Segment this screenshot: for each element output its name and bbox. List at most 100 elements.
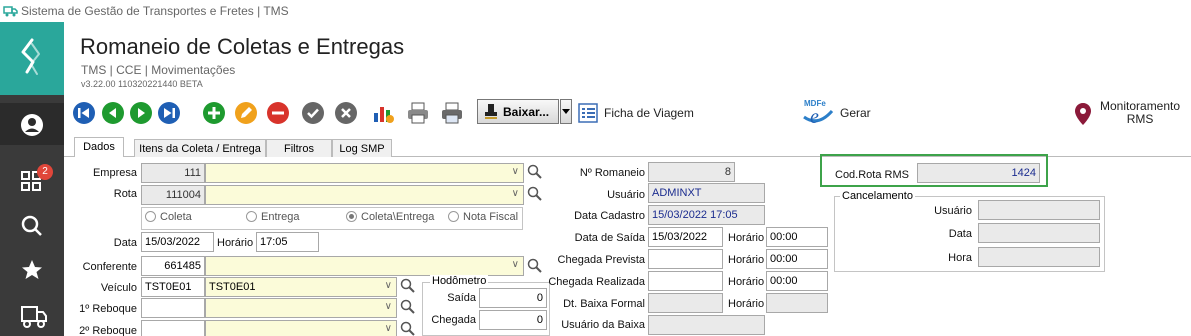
rota-search-icon[interactable] bbox=[527, 186, 543, 202]
previous-record-button[interactable] bbox=[101, 101, 125, 125]
canc-usuario-label: Usuário bbox=[934, 205, 972, 217]
previous-icon bbox=[102, 102, 124, 124]
chevron-down-icon: ∨ bbox=[384, 280, 392, 291]
edit-button[interactable] bbox=[234, 101, 258, 125]
pencil-icon bbox=[235, 102, 257, 124]
tab-dados[interactable]: Dados bbox=[74, 137, 124, 158]
tab-filtros[interactable]: Filtros bbox=[266, 139, 332, 158]
canc-hora-field bbox=[978, 247, 1100, 267]
veiculo-label: Veículo bbox=[100, 282, 137, 294]
canc-data-label: Data bbox=[948, 228, 972, 240]
chevron-down-icon: ∨ bbox=[511, 166, 519, 177]
data-cadastro-label: Data Cadastro bbox=[574, 210, 645, 222]
data-saida-label: Data de Saída bbox=[574, 232, 645, 244]
gerar-button[interactable]: Gerar bbox=[840, 106, 871, 120]
add-button[interactable] bbox=[202, 101, 226, 125]
horario-saida-field[interactable]: 00:00 bbox=[766, 227, 828, 247]
dashboard-nav[interactable]: 2 bbox=[0, 160, 64, 202]
hodometro-saida-field[interactable]: 0 bbox=[479, 288, 547, 308]
next-record-button[interactable] bbox=[129, 101, 153, 125]
monitoramento-button[interactable]: Monitoramento RMS bbox=[1100, 100, 1180, 126]
first-icon bbox=[73, 102, 95, 124]
veiculo-code-field[interactable]: TST0E01 bbox=[141, 277, 205, 297]
chevron-down-icon: ∨ bbox=[384, 301, 392, 312]
hodometro-title: Hodômetro bbox=[430, 275, 489, 287]
report-button[interactable] bbox=[371, 101, 395, 125]
reboque2-code-field[interactable] bbox=[141, 320, 205, 336]
transport-nav[interactable] bbox=[0, 294, 64, 336]
title-bar: Sistema de Gestão de Transportes e Frete… bbox=[0, 0, 1191, 22]
chegada-realizada-field[interactable] bbox=[648, 271, 723, 291]
reboque1-label: 1º Reboque bbox=[79, 303, 137, 315]
conferente-name-select[interactable]: ∨ bbox=[205, 256, 524, 276]
search-nav[interactable] bbox=[0, 204, 64, 246]
cancel-button[interactable] bbox=[334, 101, 358, 125]
ficha-viagem-button[interactable]: Ficha de Viagem bbox=[604, 106, 694, 120]
reboque2-label: 2º Reboque bbox=[79, 325, 137, 336]
user-profile-nav[interactable] bbox=[0, 103, 64, 145]
cancelamento-title: Cancelamento bbox=[840, 190, 915, 202]
reboque1-code-field[interactable] bbox=[141, 298, 205, 318]
data-cadastro-field: 15/03/2022 17:05 bbox=[648, 205, 765, 225]
app-logo[interactable] bbox=[0, 22, 64, 95]
print-button[interactable] bbox=[406, 101, 430, 125]
conferente-code-field[interactable]: 661485 bbox=[141, 256, 205, 276]
empresa-code-field[interactable]: 111 bbox=[141, 163, 205, 183]
radio-coleta-entrega[interactable]: Coleta\Entrega bbox=[346, 211, 434, 223]
radio-coleta[interactable]: Coleta bbox=[145, 211, 192, 223]
truck-icon bbox=[21, 306, 47, 328]
veiculo-select[interactable]: TST0E01 ∨ bbox=[205, 277, 397, 297]
data-label: Data bbox=[113, 237, 137, 249]
chart-icon bbox=[374, 107, 394, 123]
horario-field[interactable]: 17:05 bbox=[256, 232, 319, 252]
printer-setup-icon bbox=[442, 102, 462, 124]
check-icon bbox=[302, 102, 324, 124]
hodometro-chegada-field[interactable]: 0 bbox=[479, 310, 547, 330]
location-pin-icon[interactable] bbox=[1074, 102, 1092, 126]
horario-realizada-label: Horário bbox=[728, 276, 765, 288]
radio-entrega[interactable]: Entrega bbox=[246, 211, 300, 223]
last-record-button[interactable] bbox=[157, 101, 181, 125]
usuario-field: ADMINXT bbox=[648, 183, 765, 203]
radio-nota-fiscal[interactable]: Nota Fiscal bbox=[448, 211, 518, 223]
reboque1-select[interactable]: ∨ bbox=[205, 298, 397, 318]
usuario-label: Usuário bbox=[607, 189, 645, 201]
reboque2-search-icon[interactable] bbox=[400, 321, 416, 336]
rota-code-field[interactable]: 111004 bbox=[141, 185, 205, 205]
tab-log-smp[interactable]: Log SMP bbox=[332, 139, 392, 158]
tab-itens[interactable]: Itens da Coleta / Entrega bbox=[134, 139, 266, 158]
empresa-name-select[interactable]: ∨ bbox=[205, 163, 524, 183]
mdfe-icon[interactable]: MDFe e bbox=[800, 97, 836, 129]
first-record-button[interactable] bbox=[72, 101, 96, 125]
romaneio-field: 8 bbox=[648, 162, 735, 182]
horario-prevista-label: Horário bbox=[728, 254, 765, 266]
breadcrumb: TMS | CCE | Movimentações bbox=[81, 63, 236, 77]
reboque1-search-icon[interactable] bbox=[400, 299, 416, 315]
sidebar: 2 bbox=[0, 22, 64, 336]
horario-realizada-field[interactable]: 00:00 bbox=[766, 271, 828, 291]
plus-icon bbox=[203, 102, 225, 124]
veiculo-search-icon[interactable] bbox=[400, 278, 416, 294]
baixar-button[interactable]: Baixar... bbox=[477, 99, 559, 124]
chevron-down-icon: ∨ bbox=[511, 188, 519, 199]
cod-rota-field: 1424 bbox=[917, 163, 1040, 183]
print-setup-button[interactable] bbox=[440, 101, 464, 125]
confirm-button[interactable] bbox=[301, 101, 325, 125]
ficha-viagem-icon[interactable] bbox=[577, 102, 601, 126]
dt-baixa-label: Dt. Baixa Formal bbox=[563, 298, 645, 310]
empresa-search-icon[interactable] bbox=[527, 164, 543, 180]
horario-prevista-field[interactable]: 00:00 bbox=[766, 249, 828, 269]
delete-button[interactable] bbox=[266, 101, 290, 125]
data-saida-field[interactable]: 15/03/2022 bbox=[648, 227, 723, 247]
favorites-nav[interactable] bbox=[0, 248, 64, 290]
data-field[interactable]: 15/03/2022 bbox=[141, 232, 214, 252]
stamp-icon bbox=[485, 104, 497, 119]
star-icon bbox=[22, 260, 42, 279]
chegada-realizada-label: Chegada Realizada bbox=[548, 276, 645, 288]
notification-badge: 2 bbox=[37, 164, 53, 180]
chegada-prevista-field[interactable] bbox=[648, 249, 723, 269]
baixar-dropdown[interactable] bbox=[560, 99, 572, 124]
reboque2-select[interactable]: ∨ bbox=[205, 320, 397, 336]
rota-name-select[interactable]: ∨ bbox=[205, 185, 524, 205]
conferente-search-icon[interactable] bbox=[527, 258, 543, 274]
